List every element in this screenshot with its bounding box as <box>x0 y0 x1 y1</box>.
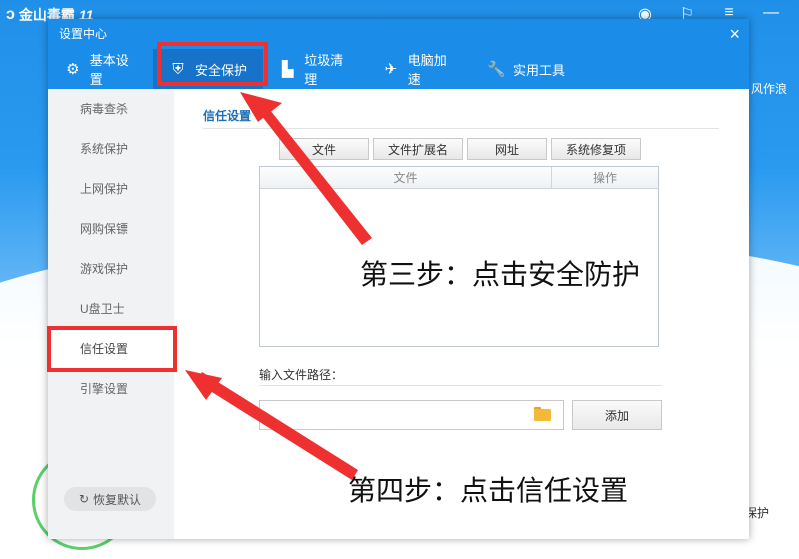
broom-icon: ▙ <box>281 61 294 78</box>
step3-annotation: 第三步：点击安全防护 <box>360 258 641 291</box>
settings-tabs: ⚙ 基本设置 ⛨ 安全保护 ▙ 垃圾清理 ✈ 电脑加速 🔧 实用工具 <box>48 49 581 89</box>
subtab-file-extension[interactable]: 文件扩展名 <box>373 138 463 160</box>
sidebar-item-shopping-guard[interactable]: 网购保镖 <box>48 209 174 249</box>
folder-icon[interactable] <box>534 407 551 421</box>
app-logo-icon: ↄ <box>6 6 15 23</box>
rocket-icon: ✈ <box>384 61 398 78</box>
tab-pc-speedup[interactable]: ✈ 电脑加速 <box>366 49 471 89</box>
dialog-title: 设置中心 <box>59 27 108 41</box>
minimize-icon[interactable]: — <box>761 4 781 24</box>
restore-defaults-button[interactable]: ↻ 恢复默认 <box>64 487 156 511</box>
add-button[interactable]: 添加 <box>572 400 662 430</box>
restore-label: 恢复默认 <box>93 492 142 507</box>
tab-label: 实用工具 <box>513 62 566 78</box>
trust-subtabs: 文件 文件扩展名 网址 系统修复项 <box>279 138 641 160</box>
sidebar-item-web-protection[interactable]: 上网保护 <box>48 169 174 209</box>
file-path-input[interactable] <box>259 400 564 430</box>
sidebar-item-usb-guard[interactable]: U盘卫士 <box>48 289 174 329</box>
tab-label: 安全保护 <box>195 62 248 78</box>
subtab-system-repair[interactable]: 系统修复项 <box>551 138 641 160</box>
dialog-header: 设置中心 × ⚙ 基本设置 ⛨ 安全保护 ▙ 垃圾清理 ✈ 电脑加速 🔧 实用工… <box>48 19 749 89</box>
tab-basic-settings[interactable]: ⚙ 基本设置 <box>48 49 153 89</box>
path-divider <box>259 385 662 386</box>
tab-utility-tools[interactable]: 🔧 实用工具 <box>471 49 581 89</box>
sidebar-item-virus-scan[interactable]: 病毒查杀 <box>48 89 174 129</box>
section-title: 信任设置 <box>203 109 252 123</box>
tab-label: 垃圾清理 <box>304 53 344 87</box>
sidebar-item-system-protection[interactable]: 系统保护 <box>48 129 174 169</box>
sidebar-item-engine-settings[interactable]: 引擎设置 <box>48 369 174 409</box>
tab-security-protection[interactable]: ⛨ 安全保护 <box>153 49 263 89</box>
background-side-text: 风作浪 <box>750 82 787 96</box>
section-divider <box>203 128 719 129</box>
tab-label: 电脑加速 <box>407 53 447 87</box>
settings-sidebar: 病毒查杀 系统保护 上网保护 网购保镖 游戏保护 U盘卫士 信任设置 引擎设置 … <box>48 89 174 539</box>
gear-icon: ⚙ <box>66 61 80 78</box>
subtab-file[interactable]: 文件 <box>279 138 369 160</box>
sidebar-item-game-protection[interactable]: 游戏保护 <box>48 249 174 289</box>
column-header-action[interactable]: 操作 <box>552 167 658 188</box>
tab-junk-cleanup[interactable]: ▙ 垃圾清理 <box>263 49 366 89</box>
subtab-url[interactable]: 网址 <box>467 138 547 160</box>
tab-label: 基本设置 <box>89 53 129 87</box>
shield-icon: ⛨ <box>172 60 184 78</box>
table-header: 文件 操作 <box>260 167 658 189</box>
path-label: 输入文件路径： <box>259 368 344 382</box>
close-icon[interactable]: × <box>729 24 740 44</box>
step4-annotation: 第四步：点击信任设置 <box>348 474 629 507</box>
restore-icon: ↻ <box>78 492 90 506</box>
column-header-file[interactable]: 文件 <box>260 167 552 188</box>
sidebar-item-trust-settings[interactable]: 信任设置 <box>48 329 174 369</box>
wrench-icon: 🔧 <box>487 61 506 78</box>
